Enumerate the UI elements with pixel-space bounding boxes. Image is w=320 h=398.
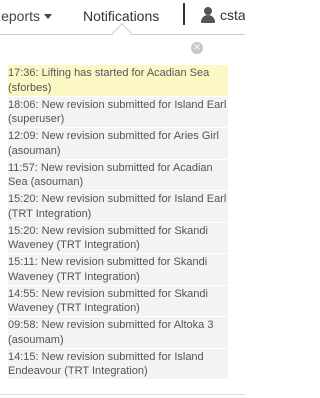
notification-time: 18:06:	[8, 98, 39, 111]
user-icon	[201, 7, 215, 23]
notification-message: New revision submitted for Skandi Wavene…	[8, 256, 208, 283]
notification-item[interactable]: 14:55: New revision submitted for Skandi…	[8, 285, 228, 317]
notification-time: 17:36:	[8, 67, 39, 79]
close-icon[interactable]: ×	[191, 42, 203, 54]
notification-item[interactable]: 15:20: New revision submitted for Island…	[8, 191, 228, 223]
notification-time: 15:11:	[8, 256, 38, 268]
notification-time: 12:09:	[8, 130, 39, 142]
notification-time: 09:58:	[8, 319, 39, 331]
nav-divider	[183, 3, 185, 25]
notification-message: New revision submitted for Acadian Sea (…	[8, 161, 213, 189]
caret-down-icon	[44, 14, 53, 19]
notification-item[interactable]: 11:57: New revision submitted for Acadia…	[8, 159, 228, 191]
notification-item[interactable]: 12:09: New revision submitted for Aries …	[8, 128, 228, 160]
notification-message: New revision submitted for Island Earl (…	[8, 193, 227, 220]
notification-time: 14:55:	[8, 287, 39, 300]
notification-time: 11:57:	[8, 161, 38, 174]
notification-message: New revision submitted for Island Earl (…	[8, 98, 227, 126]
notification-item[interactable]: 14:15: New revision submitted for Island…	[8, 348, 228, 380]
user-name: csta	[220, 7, 245, 23]
notification-time: 14:15:	[8, 350, 39, 363]
nav-reports-menu[interactable]: Reports	[0, 8, 53, 24]
app-root: Reports Notifications csta × 17:36: Lift…	[0, 0, 245, 398]
notification-item[interactable]: 09:58: New revision submitted for Altoka…	[8, 317, 228, 349]
notification-list: 17:36: Lifting has started for Acadian S…	[8, 65, 228, 380]
nav-reports-label: Reports	[0, 8, 41, 24]
notification-item[interactable]: 17:36: Lifting has started for Acadian S…	[8, 65, 228, 97]
notification-time: 15:20:	[8, 193, 39, 205]
notification-message: Lifting has started for Acadian Sea (sfo…	[8, 67, 210, 94]
dropdown-bottom-border	[0, 394, 245, 395]
notification-item[interactable]: 15:11: New revision submitted for Skandi…	[8, 254, 228, 286]
notification-message: New revision submitted for Aries Girl (a…	[8, 130, 219, 157]
notification-item[interactable]: 18:06: New revision submitted for Island…	[8, 96, 228, 128]
notification-item[interactable]: 15:20: New revision submitted for Skandi…	[8, 222, 228, 254]
notification-time: 15:20:	[8, 224, 39, 237]
nav-notifications-tab[interactable]: Notifications	[83, 8, 159, 24]
notification-message: New revision submitted for Altoka 3 (aso…	[8, 319, 214, 346]
